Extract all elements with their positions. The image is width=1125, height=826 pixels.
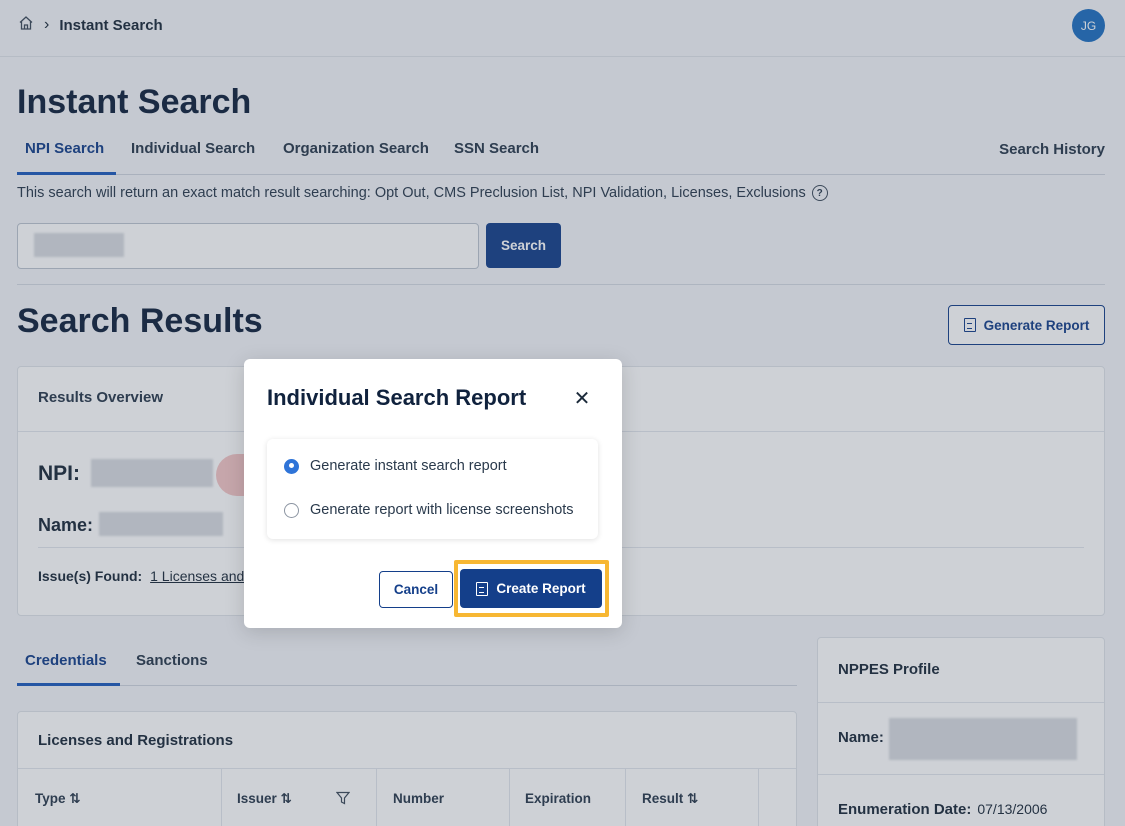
modal-title: Individual Search Report <box>267 385 527 410</box>
report-modal: Individual Search Report ✕ Generate inst… <box>244 359 622 628</box>
option-instant-report[interactable]: Generate instant search report <box>284 458 507 474</box>
option-label: Generate instant search report <box>310 458 507 474</box>
document-icon <box>476 581 489 596</box>
cancel-button[interactable]: Cancel <box>379 571 453 608</box>
create-report-label: Create Report <box>496 581 586 596</box>
radio-unselected[interactable] <box>284 502 299 518</box>
radio-selected[interactable] <box>284 458 299 474</box>
report-options: Generate instant search report Generate … <box>267 439 598 539</box>
option-license-screenshots[interactable]: Generate report with license screenshots <box>284 502 574 518</box>
create-report-button[interactable]: Create Report <box>460 569 602 608</box>
option-label: Generate report with license screenshots <box>310 502 574 518</box>
close-icon[interactable]: ✕ <box>572 389 592 409</box>
